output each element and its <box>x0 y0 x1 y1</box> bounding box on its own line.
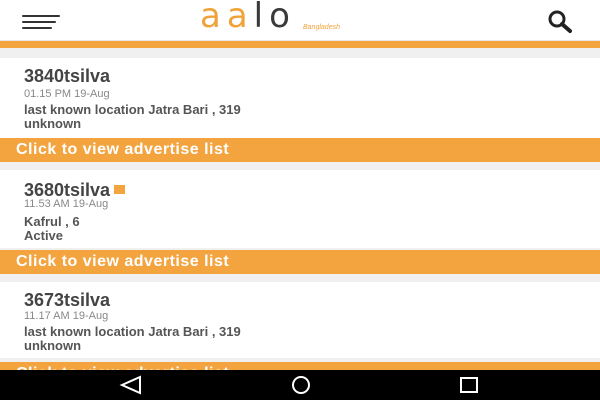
logo-text-b: lo <box>253 0 296 36</box>
status-badge <box>114 185 126 194</box>
hamburger-icon <box>22 15 60 17</box>
item-status: Active <box>24 228 64 243</box>
home-icon <box>292 376 310 394</box>
item-name: 3680tsilva <box>24 180 111 200</box>
item-time: 11.53 AM 19-Aug <box>24 198 109 210</box>
recents-button[interactable] <box>449 374 489 396</box>
advertise-list-banner[interactable]: Click to view advertise list <box>0 138 600 162</box>
list-item[interactable]: 3680tsilva 11.53 AM 19-Aug Kafrul , 6 Ac… <box>0 170 600 248</box>
recents-icon <box>460 377 478 393</box>
item-location: last known location Jatra Bari , 319 <box>24 324 241 339</box>
back-button[interactable] <box>112 374 152 396</box>
item-location: Kafrul , 6 <box>24 214 80 229</box>
list-item[interactable]: 3673tsilva 11.17 AM 19-Aug last known lo… <box>0 282 600 358</box>
logo-text-a: aa <box>200 0 254 36</box>
search-icon <box>548 10 572 33</box>
item-status: unknown <box>24 338 82 353</box>
hamburger-icon-line <box>22 21 56 23</box>
advertise-list-banner[interactable]: Click to view advertise list <box>0 362 600 370</box>
item-time: 11.17 AM 19-Aug <box>24 310 109 322</box>
logo-subtitle: Bangladesh <box>303 24 340 31</box>
advertise-list-banner[interactable]: Click to view advertise list <box>0 250 600 274</box>
list-item[interactable]: 3840tsilva 01.15 PM 19-Aug last known lo… <box>0 58 600 138</box>
advertise-list-banner[interactable]: Click to view advertise list <box>0 40 600 48</box>
item-status: unknown <box>24 116 82 131</box>
search-button[interactable] <box>540 8 580 34</box>
logo-wordmark: aalo <box>200 0 296 36</box>
app-header: aalo Bangladesh <box>0 0 600 41</box>
app-logo: aalo Bangladesh <box>200 0 405 40</box>
item-name: 3673tsilva <box>24 290 111 310</box>
system-navigation-bar <box>0 370 600 400</box>
item-name: 3840tsilva <box>24 66 111 86</box>
menu-button[interactable] <box>22 10 62 32</box>
hamburger-icon-line <box>22 27 52 29</box>
item-time: 01.15 PM 19-Aug <box>24 88 110 100</box>
home-button[interactable] <box>281 374 321 396</box>
results-list: Click to view advertise list 3840tsilva … <box>0 40 600 370</box>
back-icon <box>119 375 141 395</box>
item-location: last known location Jatra Bari , 319 <box>24 102 241 117</box>
